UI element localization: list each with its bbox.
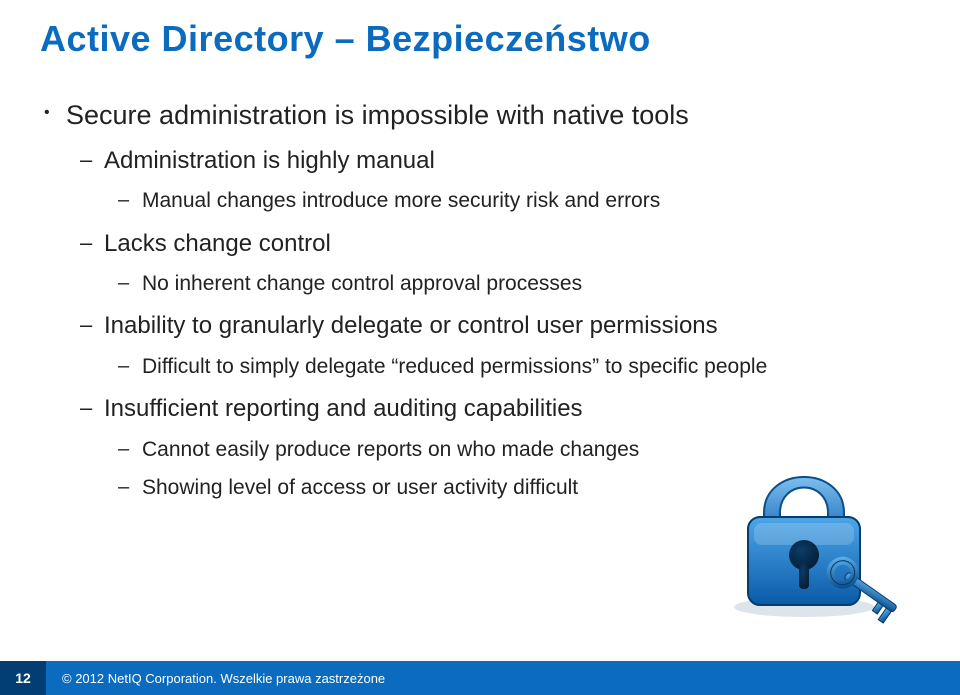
bullet-l2b-text: Lacks change control — [104, 230, 331, 257]
copyright-text: © 2012 NetIQ Corporation. Wszelkie prawa… — [46, 671, 385, 686]
bullet-l2c-text: Inability to granularly delegate or cont… — [104, 312, 718, 339]
bullet-l2: Lacks change control No inherent change … — [66, 228, 920, 299]
slide-title: Active Directory – Bezpieczeństwo — [40, 18, 651, 60]
bullet-l3b-text: No inherent change control approval proc… — [142, 272, 582, 295]
bullet-l3: Difficult to simply delegate “reduced pe… — [104, 353, 920, 381]
bullet-l3: No inherent change control approval proc… — [104, 270, 920, 298]
bullet-l2d-text: Insufficient reporting and auditing capa… — [104, 395, 583, 422]
footer-bar: 12 © 2012 NetIQ Corporation. Wszelkie pr… — [0, 661, 960, 695]
bullet-l3c-text: Difficult to simply delegate “reduced pe… — [142, 355, 767, 378]
bullet-l3e-text: Showing level of access or user activity… — [142, 476, 578, 499]
bullet-l3d-text: Cannot easily produce reports on who mad… — [142, 438, 639, 461]
bullet-l2: Administration is highly manual Manual c… — [66, 145, 920, 216]
bullet-l3a-text: Manual changes introduce more security r… — [142, 189, 660, 212]
lock-icon — [714, 425, 914, 625]
bullet-l3: Manual changes introduce more security r… — [104, 187, 920, 215]
page-number: 12 — [0, 661, 46, 695]
bullet-l2: Inability to granularly delegate or cont… — [66, 310, 920, 381]
bullet-l2a-text: Administration is highly manual — [104, 147, 435, 174]
bullet-l1-text: Secure administration is impossible with… — [66, 100, 689, 130]
slide: Active Directory – Bezpieczeństwo Secure… — [0, 0, 960, 695]
